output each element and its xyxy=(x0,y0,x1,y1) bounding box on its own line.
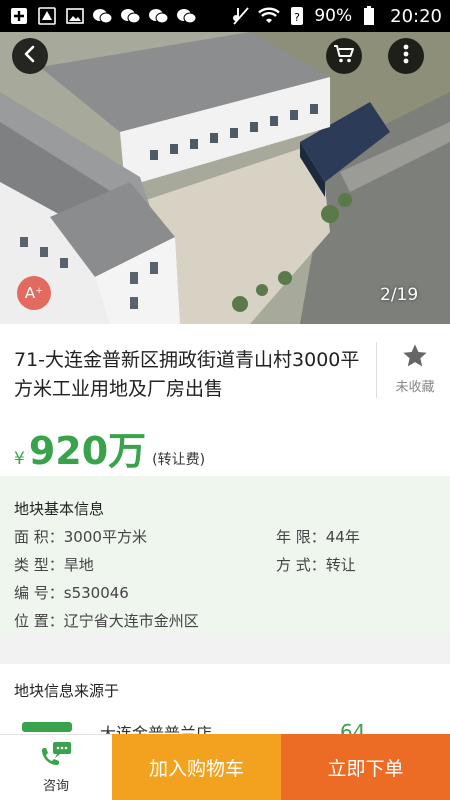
consult-label: 咨询 xyxy=(42,779,69,794)
clock: 20:20 xyxy=(390,5,442,27)
currency-symbol: ¥ xyxy=(14,449,25,469)
grade-badge: A⁺ xyxy=(17,276,51,310)
info-method: 方 式：转让 xyxy=(276,556,356,574)
add-to-cart-button[interactable]: 加入购物车 xyxy=(112,734,281,800)
photo-page-indicator: 2/19 xyxy=(380,285,419,305)
price: 920万 xyxy=(28,429,147,473)
wifi-icon xyxy=(258,6,281,26)
wechat-icon xyxy=(120,6,142,26)
section-separator xyxy=(0,634,450,664)
favorite-button[interactable]: 未收藏 xyxy=(380,342,450,395)
factory-aerial-photo xyxy=(0,32,450,324)
sim-signal-icon: ? xyxy=(286,6,308,26)
wechat-icon xyxy=(92,6,114,26)
listing-title-section: 71-大连金普新区拥政街道青山村3000平方米工业用地及厂房出售 未收藏 xyxy=(0,324,450,419)
cart-button[interactable] xyxy=(326,38,362,74)
image-notification-icon xyxy=(64,6,86,26)
bottom-action-bar: 咨询 加入购物车 立即下单 xyxy=(0,734,450,800)
info-heading: 地块基本信息 xyxy=(14,500,105,518)
shopping-cart-icon xyxy=(333,44,355,68)
order-now-button[interactable]: 立即下单 xyxy=(281,734,450,800)
more-options-button[interactable] xyxy=(388,38,424,74)
add-notification-icon xyxy=(8,6,30,26)
battery-percentage: 90% xyxy=(314,6,353,26)
mute-icon xyxy=(230,6,252,26)
land-basic-info: 地块基本信息 面 积：3000平方米 年 限：44年 类 型：旱地 方 式：转让… xyxy=(0,476,450,634)
wechat-icon xyxy=(176,6,198,26)
info-location: 位 置：辽宁省大连市金州区 xyxy=(14,612,199,630)
listing-title: 71-大连金普新区拥政街道青山村3000平方米工业用地及厂房出售 xyxy=(14,349,360,400)
info-source-section: 地块信息来源于 大连金普普兰店 64 xyxy=(0,664,450,744)
battery-icon xyxy=(358,6,380,26)
back-button[interactable] xyxy=(12,38,48,74)
shop-logo xyxy=(22,722,72,732)
wechat-icon xyxy=(148,6,170,26)
more-vertical-icon xyxy=(403,44,409,68)
info-number: 编 号：s530046 xyxy=(14,584,129,602)
info-term: 年 限：44年 xyxy=(276,528,360,546)
listing-photo-gallery[interactable]: A⁺ 2/19 xyxy=(0,32,450,324)
star-icon xyxy=(401,344,429,374)
back-arrow-icon xyxy=(21,45,39,67)
phone-chat-icon xyxy=(39,741,73,773)
favorite-label: 未收藏 xyxy=(395,380,435,395)
status-bar: ? 90% 20:20 xyxy=(0,0,450,32)
divider xyxy=(376,342,377,398)
info-type: 类 型：旱地 xyxy=(14,556,94,574)
info-area: 面 积：3000平方米 xyxy=(14,528,147,546)
price-note: (转让费) xyxy=(152,452,206,468)
svg-text:?: ? xyxy=(294,11,300,24)
price-row: ¥ 920万 (转让费) xyxy=(14,420,206,473)
warning-notification-icon xyxy=(36,6,58,26)
source-heading: 地块信息来源于 xyxy=(14,682,120,700)
consult-button[interactable]: 咨询 xyxy=(0,734,112,800)
